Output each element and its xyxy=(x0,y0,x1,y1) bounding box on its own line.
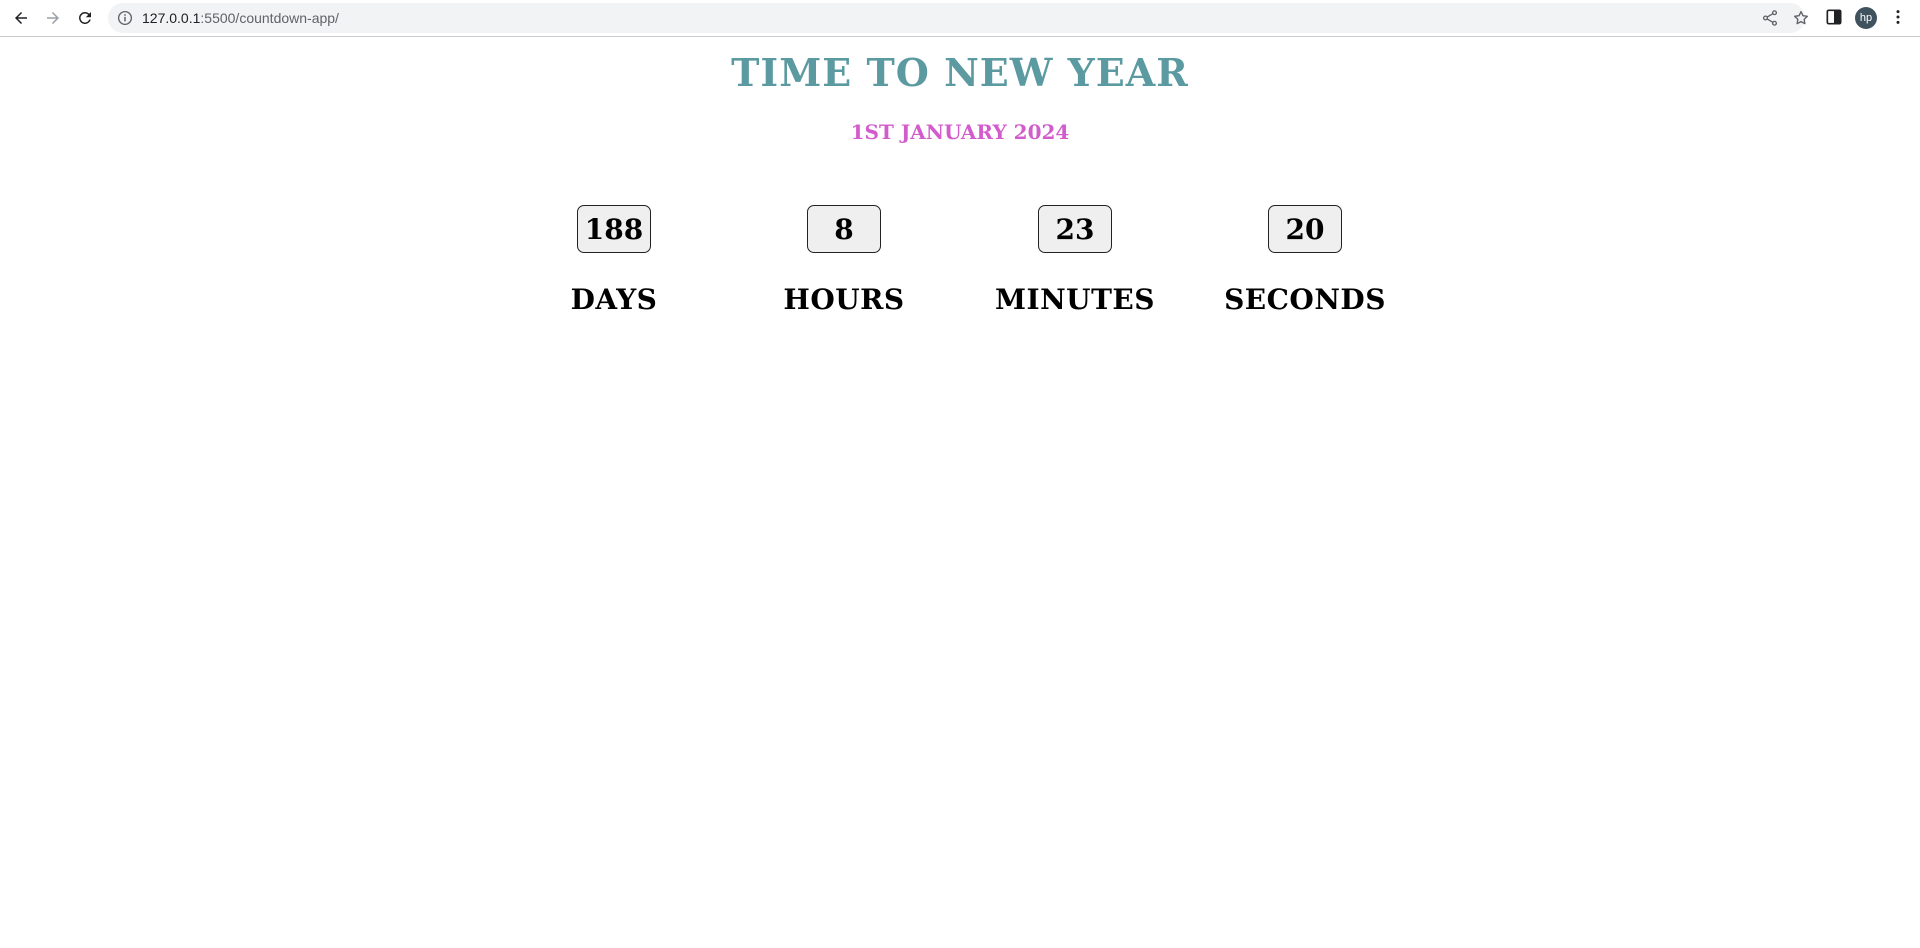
url-path: :5500/countdown-app/ xyxy=(200,10,339,26)
address-bar[interactable]: 127.0.0.1:5500/countdown-app/ xyxy=(108,3,1809,33)
minutes-label: MINUTES xyxy=(994,283,1155,316)
star-icon xyxy=(1793,10,1809,25)
hours-label: HOURS xyxy=(783,283,905,316)
arrow-left-icon xyxy=(15,12,27,24)
reload-icon xyxy=(78,11,91,24)
minutes-value: 23 xyxy=(1038,205,1112,253)
seconds-label: SECONDS xyxy=(1224,283,1386,316)
page-title: TIME TO NEW YEAR xyxy=(731,50,1189,95)
countdown-minutes: 23 MINUTES xyxy=(975,205,1175,316)
reload-button[interactable] xyxy=(73,6,97,30)
more-menu-icon[interactable] xyxy=(1888,7,1908,27)
info-icon[interactable] xyxy=(116,9,134,27)
profile-avatar[interactable]: hp xyxy=(1855,7,1877,29)
countdown-days: 188 DAYS xyxy=(514,205,714,316)
forward-button[interactable] xyxy=(41,6,65,30)
target-date: 1ST JANUARY 2024 xyxy=(850,120,1070,144)
url-host: 127.0.0.1 xyxy=(142,10,201,26)
countdown-seconds: 20 SECONDS xyxy=(1205,205,1405,316)
side-panel-icon[interactable] xyxy=(1824,7,1844,27)
arrow-right-icon xyxy=(47,12,59,24)
browser-toolbar: 127.0.0.1:5500/countdown-app/ hp xyxy=(0,0,1920,37)
url-text: 127.0.0.1:5500/countdown-app/ xyxy=(142,3,339,33)
hours-value: 8 xyxy=(807,205,881,253)
countdown-hours: 8 HOURS xyxy=(744,205,944,316)
back-button[interactable] xyxy=(9,6,33,30)
countdown: 188 DAYS 8 HOURS 23 MINUTES 20 SECONDS xyxy=(0,205,1920,325)
share-button[interactable] xyxy=(1761,9,1781,29)
days-value: 188 xyxy=(577,205,651,253)
bookmark-button[interactable] xyxy=(1792,9,1812,29)
seconds-value: 20 xyxy=(1268,205,1342,253)
share-icon xyxy=(1762,10,1778,26)
days-label: DAYS xyxy=(570,283,658,316)
